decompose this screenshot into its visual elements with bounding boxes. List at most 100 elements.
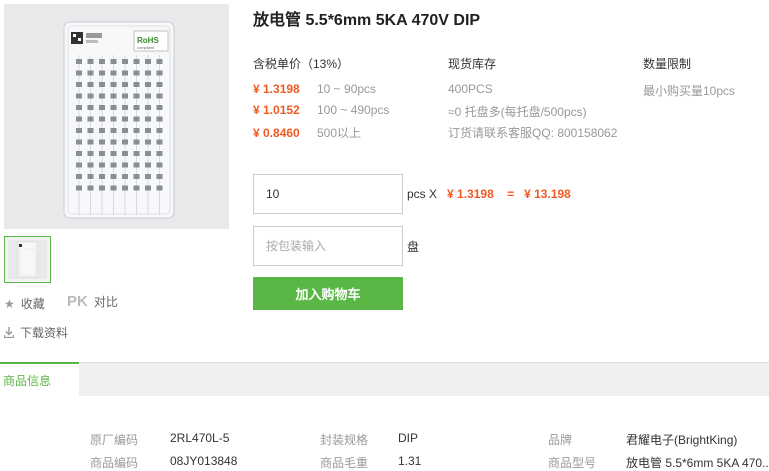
component-body [122,93,128,99]
price-tier: ¥ 1.3198 10 ~ 90pcs [253,82,376,96]
spec-value: 2RL470L-5 [170,431,230,445]
component-body [76,185,82,191]
component-body [156,105,163,110]
component-body [87,162,94,168]
component-body [76,70,82,76]
component-body [156,70,163,76]
component-body [110,185,117,191]
favorite-action[interactable]: ★ 收藏 [4,295,45,312]
spec-label: 原厂编码 [90,433,139,447]
component-body [156,82,163,87]
component-body [133,151,140,156]
component-body [122,82,128,87]
component-body [76,128,82,133]
component-body [110,128,117,133]
component-body [145,105,151,110]
add-to-cart-button[interactable]: 加入购物车 [253,277,403,310]
tier-range: 100 ~ 490pcs [317,103,390,117]
component-body [99,174,105,179]
component-body [122,151,128,156]
component-body [76,151,82,156]
spec-value: DIP [398,431,419,445]
component-body [156,93,163,99]
component-body [110,105,117,110]
component-body [156,116,163,122]
component-body [87,70,94,76]
product-thumbnail[interactable] [4,236,51,283]
component-body [87,151,94,156]
star-icon: ★ [4,296,15,311]
component-body [122,59,128,64]
tier-range: 10 ~ 90pcs [317,82,377,96]
download-action[interactable]: 下载资料 [4,324,68,341]
component-body [99,185,105,191]
component-body [76,162,82,168]
compare-action[interactable]: PK 对比 [67,293,118,310]
component-body [133,139,140,145]
min-order-text: 最小购买量10pcs [643,84,736,98]
component-body [110,151,117,156]
quantity-input[interactable] [253,174,403,214]
component-body [99,116,105,122]
component-tray-illustration: RoHS compliant [4,4,229,229]
component-body [99,151,105,156]
unit-times-label: pcs X [407,187,438,201]
component-body [156,174,163,179]
package-unit-label: 盘 [407,240,420,254]
component-body [133,116,140,122]
svg-text:compliant: compliant [137,45,155,50]
download-icon [4,327,14,338]
component-body [87,185,94,191]
component-body [122,70,128,76]
spec-label: 商品毛重 [320,456,369,470]
component-body [87,59,94,64]
component-body [99,70,105,76]
svg-text:RoHS: RoHS [137,36,159,45]
component-body [145,162,151,168]
component-body [133,82,140,87]
component-body [156,151,163,156]
component-body [145,70,151,76]
component-body [76,93,82,99]
component-body [133,174,140,179]
component-body [87,105,94,110]
component-body [99,93,105,99]
component-body [156,185,163,191]
component-body [145,174,151,179]
spec-label: 封装规格 [320,433,369,447]
favorite-label: 收藏 [20,297,45,311]
spec-label: 品牌 [548,433,573,447]
component-body [145,93,151,99]
spec-value: 1.31 [398,454,422,468]
component-body [156,128,163,133]
component-body [110,174,117,179]
tier-range: 500以上 [317,126,362,140]
tier-price: ¥ 1.3198 [253,82,300,96]
product-image[interactable]: RoHS compliant [4,4,229,229]
component-body [87,174,94,179]
tab-product-info[interactable]: 商品信息 [0,362,79,397]
compare-label: 对比 [93,295,118,309]
product-title: 放电管 5.5*6mm 5KA 470V DIP [253,12,481,29]
component-body [145,128,151,133]
component-body [76,59,82,64]
component-body [99,139,105,145]
component-body [156,139,163,145]
component-body [110,59,117,64]
component-body [87,82,94,87]
component-body [145,151,151,156]
price-tier: ¥ 1.0152 100 ~ 490pcs [253,103,389,117]
component-body [87,139,94,145]
component-body [99,82,105,87]
component-body [122,128,128,133]
component-body [133,128,140,133]
total-price: ¥ 13.198 [524,187,571,201]
package-input[interactable] [253,226,403,266]
component-body [110,70,117,76]
price-calculation: pcs X ¥ 1.3198 = ¥ 13.198 [407,187,571,201]
component-body [133,105,140,110]
component-body [99,105,105,110]
component-body [110,82,117,87]
thumbnail-image [8,240,47,279]
pk-badge: PK [67,293,88,310]
